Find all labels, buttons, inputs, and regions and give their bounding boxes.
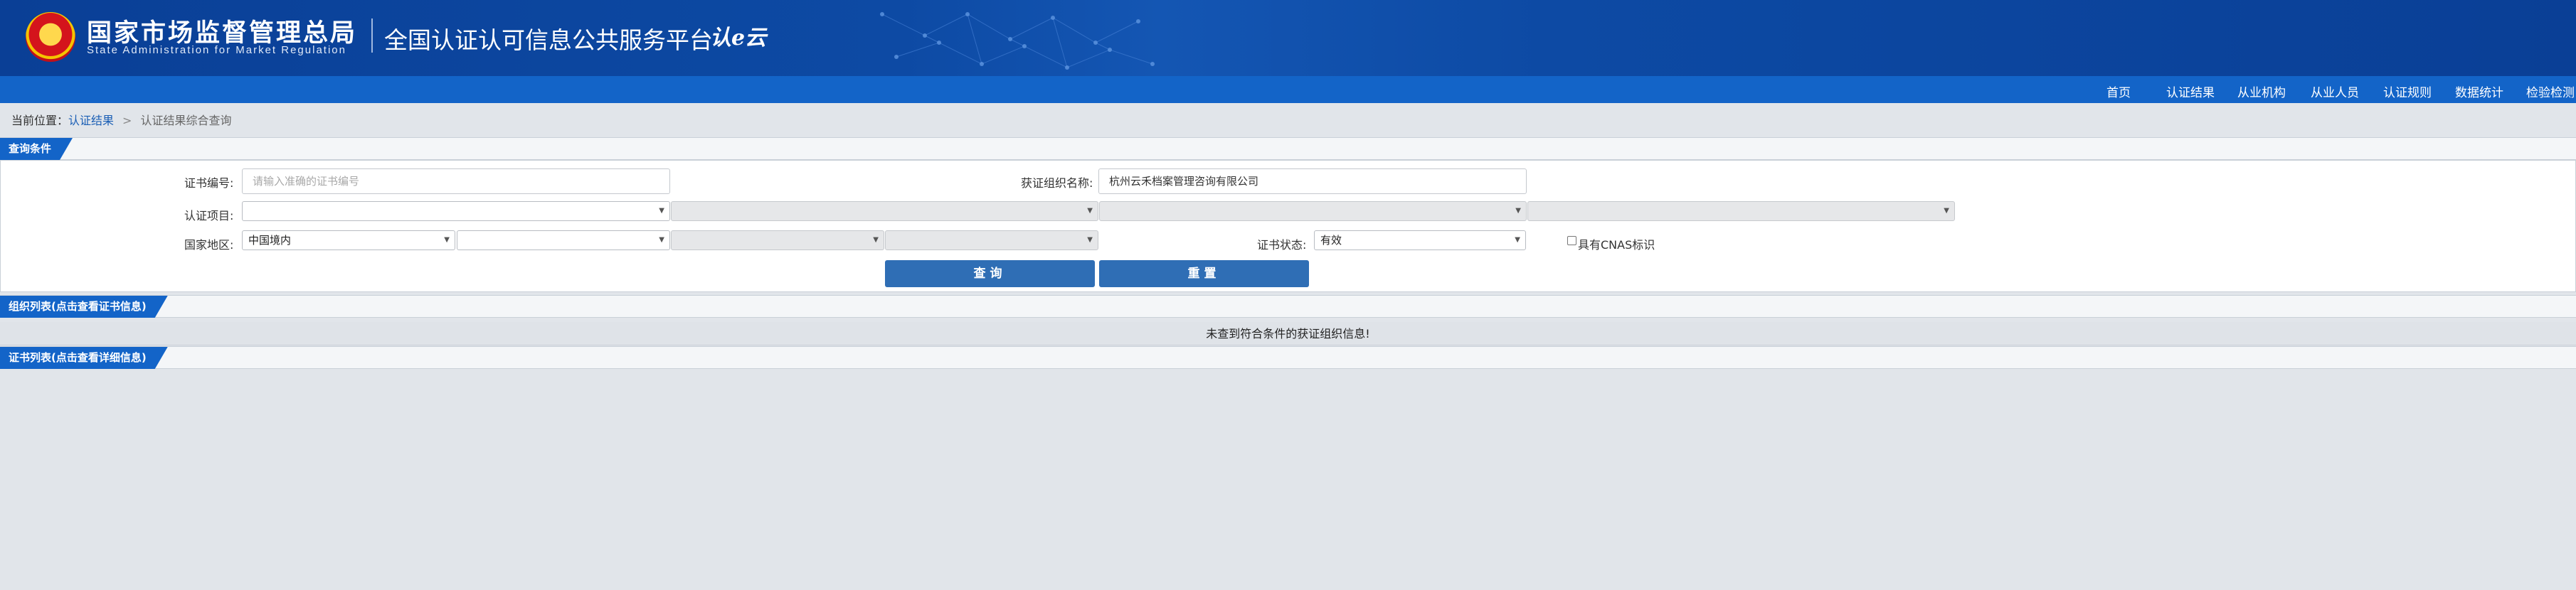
cert-project-label: 认证项目: bbox=[184, 209, 234, 222]
query-section-header: 查询条件 bbox=[0, 137, 2576, 160]
cert-list-section-title: 证书列表(点击查看详细信息) bbox=[0, 347, 168, 369]
nav-item-institutions[interactable]: 从业机构 bbox=[2237, 82, 2286, 100]
org-name-label: 获证组织名称: bbox=[1021, 176, 1093, 190]
org-list-section-header: 组织列表(点击查看证书信息) bbox=[0, 295, 2576, 318]
cert-list-section-header: 证书列表(点击查看详细信息) bbox=[0, 346, 2576, 369]
chevron-down-icon: ▼ bbox=[1515, 236, 1520, 244]
breadcrumb-current: 认证结果综合查询 bbox=[140, 114, 232, 127]
renyun-logo: 认e云 bbox=[710, 26, 767, 50]
cert-no-label: 证书编号: bbox=[184, 176, 234, 190]
cert-project-select-1[interactable]: ▼ bbox=[242, 201, 670, 221]
network-decoration bbox=[880, 12, 1155, 70]
cert-project-select-3[interactable]: ▼ bbox=[1099, 201, 1527, 221]
nav-item-practitioners[interactable]: 从业人员 bbox=[2311, 82, 2359, 100]
search-button[interactable]: 查询 bbox=[885, 260, 1095, 287]
nav-item-statistics[interactable]: 数据统计 bbox=[2455, 82, 2503, 100]
cert-status-select[interactable]: 有效 ▼ bbox=[1314, 230, 1526, 250]
reset-button[interactable]: 重置 bbox=[1099, 260, 1309, 287]
platform-title: 全国认证认可信息公共服务平台 bbox=[384, 26, 713, 54]
region-select-province[interactable]: ▼ bbox=[457, 230, 670, 250]
region-select-value: 中国境内 bbox=[248, 234, 292, 247]
nav-item-cert-rules[interactable]: 认证规则 bbox=[2383, 82, 2432, 100]
cert-status-value: 有效 bbox=[1320, 234, 1342, 247]
cert-project-select-4[interactable]: ▼ bbox=[1527, 201, 1955, 221]
breadcrumb-link-cert-results[interactable]: 认证结果 bbox=[68, 114, 114, 127]
cert-status-label: 证书状态: bbox=[1257, 238, 1307, 252]
cert-no-input[interactable]: 请输入准确的证书编号 bbox=[242, 168, 670, 194]
region-select-city[interactable]: ▼ bbox=[671, 230, 884, 250]
cnas-checkbox[interactable] bbox=[1567, 236, 1576, 245]
chevron-down-icon: ▼ bbox=[659, 207, 664, 215]
chevron-down-icon: ▼ bbox=[1515, 207, 1521, 215]
chevron-down-icon: ▼ bbox=[873, 236, 879, 244]
nav-item-cert-results[interactable]: 认证结果 bbox=[2166, 82, 2215, 100]
nav-item-home[interactable]: 首页 bbox=[2106, 82, 2131, 100]
breadcrumb: 当前位置：认证结果 > 认证结果综合查询 bbox=[11, 111, 231, 128]
chevron-down-icon: ▼ bbox=[1087, 207, 1093, 215]
query-section-title: 查询条件 bbox=[0, 138, 73, 160]
breadcrumb-separator: > bbox=[122, 114, 132, 127]
query-panel: 证书编号: 请输入准确的证书编号 获证组织名称: 杭州云禾档案管理咨询有限公司 … bbox=[0, 160, 2576, 292]
breadcrumb-prefix: 当前位置： bbox=[11, 114, 69, 127]
nav-item-inspection[interactable]: 检验检测 bbox=[2526, 82, 2575, 100]
header-banner: ★ 国家市场监督管理总局 State Administration for Ma… bbox=[0, 0, 2576, 76]
national-emblem-icon: ★ bbox=[26, 12, 75, 62]
org-list-section-title: 组织列表(点击查看证书信息) bbox=[0, 296, 168, 318]
chevron-down-icon: ▼ bbox=[659, 236, 664, 244]
top-nav: 首页 认证结果 从业机构 从业人员 认证规则 数据统计 检验检测 bbox=[0, 76, 2576, 103]
org-name-input[interactable]: 杭州云禾档案管理咨询有限公司 bbox=[1098, 168, 1527, 194]
header-divider bbox=[371, 18, 373, 53]
chevron-down-icon: ▼ bbox=[1087, 236, 1093, 244]
org-list-empty-message: 未查到符合条件的获证组织信息! bbox=[0, 322, 2576, 345]
region-label: 国家地区: bbox=[184, 238, 234, 252]
chevron-down-icon: ▼ bbox=[1944, 207, 1949, 215]
region-select-country[interactable]: 中国境内 ▼ bbox=[242, 230, 455, 250]
agency-name-en: State Administration for Market Regulati… bbox=[87, 44, 346, 56]
chevron-down-icon: ▼ bbox=[444, 236, 450, 244]
cnas-checkbox-label: 具有CNAS标识 bbox=[1578, 238, 1655, 252]
cert-project-select-2[interactable]: ▼ bbox=[671, 201, 1098, 221]
region-select-district[interactable]: ▼ bbox=[885, 230, 1098, 250]
